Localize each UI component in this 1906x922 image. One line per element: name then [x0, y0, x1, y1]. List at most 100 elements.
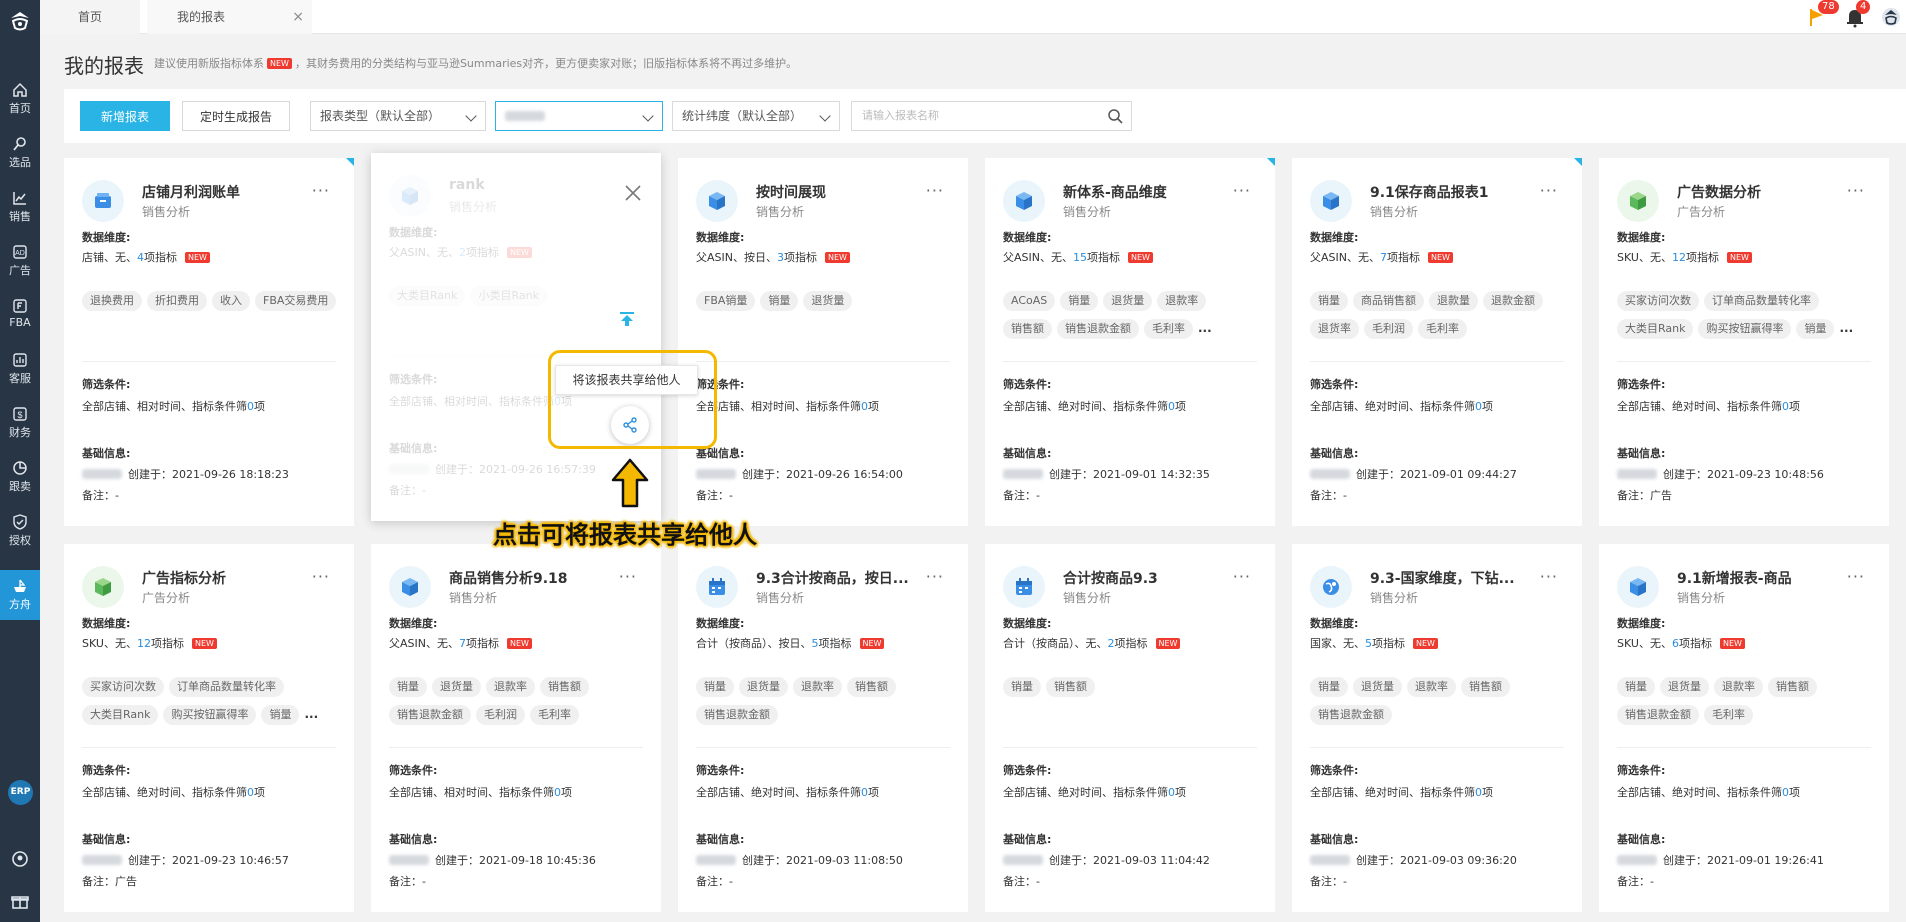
svg-text:$: $ — [17, 410, 22, 420]
dims-label: 数据维度: — [1310, 231, 1359, 244]
user-icon[interactable] — [11, 850, 29, 868]
card-title[interactable]: 商品销售分析9.18 — [449, 568, 568, 588]
erp-badge[interactable]: ERP — [8, 780, 33, 805]
report-card[interactable]: 9.3-国家维度，下钻... 销售分析 ··· 数据维度: 国家、无、5项指标 NEW 销量… — [1292, 544, 1582, 912]
metric-tag: 销售退款金额 — [1617, 705, 1699, 725]
card-title[interactable]: 店铺月利润账单 — [142, 182, 240, 202]
report-card[interactable]: 9.1保存商品报表1 销售分析 ··· 数据维度: 父ASIN、无、7项指标 NEW 销量商… — [1292, 158, 1582, 526]
sidebar-item-fba[interactable]: FBA — [0, 290, 40, 340]
dims-value: 父ASIN、无、7项指标 NEW — [1310, 249, 1456, 265]
sidebar-label: 跟卖 — [9, 480, 31, 493]
top-tabbar: 首页 我的报表 × 78 4 — [40, 0, 1906, 34]
sidebar-item-ark[interactable]: 方舟 — [0, 570, 40, 620]
report-icon — [1003, 180, 1045, 222]
dims-label: 数据维度: — [696, 617, 745, 630]
dims-value: 合计（按商品）、无、2项指标 NEW — [1003, 635, 1183, 651]
more-menu-icon[interactable]: ··· — [926, 183, 944, 199]
corner-marker — [1267, 158, 1275, 166]
card-title[interactable]: rank — [449, 177, 485, 193]
user-menu[interactable] — [1880, 6, 1902, 28]
sidebar-item-service[interactable]: 客服 — [0, 344, 40, 394]
schedule-report-button[interactable]: 定时生成报告 — [182, 101, 290, 131]
card-title[interactable]: 9.1保存商品报表1 — [1370, 182, 1489, 202]
cube-icon — [1016, 192, 1032, 210]
filter-text: 全部店铺、相对时间、 — [389, 395, 499, 408]
close-icon[interactable] — [623, 183, 643, 203]
sidebar-item-selection[interactable]: 选品 — [0, 128, 40, 178]
more-menu-icon[interactable]: ··· — [312, 569, 330, 585]
store-select[interactable] — [495, 101, 663, 131]
more-menu-icon[interactable]: ··· — [1233, 569, 1251, 585]
card-title[interactable]: 9.3合计按商品，按日... — [756, 568, 909, 588]
sidebar-label: 选品 — [9, 156, 31, 169]
metric-tags: 买家访问次数 订单商品数量转化率大类目Rank 购买按钮赢得率 销量... — [82, 677, 342, 733]
new-tag: NEW — [1719, 638, 1745, 649]
note-line: 备注：- — [82, 487, 119, 503]
metrics-suffix: 项指标 — [144, 251, 177, 264]
dims-label: 数据维度: — [1003, 231, 1052, 244]
more-menu-icon[interactable]: ··· — [1847, 183, 1865, 199]
more-menu-icon[interactable]: ··· — [1233, 183, 1251, 199]
filter-text: 全部店铺、相对时间、 — [82, 400, 192, 413]
more-menu-icon[interactable]: ··· — [619, 569, 637, 585]
more-menu-icon[interactable]: ··· — [926, 569, 944, 585]
card-title[interactable]: 9.3-国家维度，下钻... — [1370, 568, 1515, 588]
report-card[interactable]: 商品销售分析9.18 销售分析 ··· 数据维度: 父ASIN、无、7项指标 NEW 销量退… — [371, 544, 661, 912]
note-prefix: 备注： — [1310, 875, 1343, 888]
filter-text: 全部店铺、绝对时间、 — [1310, 786, 1420, 799]
metric-tag: 大类目Rank — [1617, 319, 1694, 339]
report-type-select[interactable]: 报表类型（默认全部） — [310, 101, 486, 131]
svg-text:AD: AD — [15, 250, 25, 257]
card-title[interactable]: 广告指标分析 — [142, 568, 226, 588]
card-title[interactable]: 9.1新增报表-商品 — [1677, 568, 1792, 588]
report-card[interactable]: 广告数据分析 广告分析 ··· 数据维度: SKU、无、12项指标 NEW 买家访问次数 订单… — [1599, 158, 1889, 526]
report-card[interactable]: 店铺月利润账单 销售分析 ··· 数据维度: 店铺、无、4项指标 NEW 退换费用 折扣费用收… — [64, 158, 354, 526]
card-title[interactable]: 合计按商品9.3 — [1063, 568, 1158, 588]
report-card[interactable]: 9.1新增报表-商品 销售分析 ··· 数据维度: SKU、无、6项指标 NEW 销量 退货量… — [1599, 544, 1889, 912]
filter-count: 0 — [861, 786, 868, 799]
sidebar-item-finance[interactable]: $ 财务 — [0, 398, 40, 448]
report-card[interactable]: 按时间展现 销售分析 ··· 数据维度: 父ASIN、按日、3项指标 NEW FBA销量 销量… — [678, 158, 968, 526]
report-card[interactable]: 新体系-商品维度 销售分析 ··· 数据维度: 父ASIN、无、15项指标 NEW ACoA… — [985, 158, 1275, 526]
card-title[interactable]: 新体系-商品维度 — [1063, 182, 1167, 202]
add-report-button[interactable]: 新增报表 — [80, 101, 170, 131]
more-menu-icon[interactable]: ··· — [1847, 569, 1865, 585]
box-icon — [95, 193, 111, 208]
sidebar-item-sales[interactable]: 销售 — [0, 182, 40, 232]
search-icon[interactable] — [1107, 108, 1123, 124]
page-title: 我的报表 — [64, 54, 144, 78]
base-label: 基础信息: — [1617, 447, 1666, 460]
card-subtitle: 销售分析 — [1677, 591, 1726, 605]
report-card[interactable]: 广告指标分析 广告分析 ··· 数据维度: SKU、无、12项指标 NEW 买家访问次数 订单… — [64, 544, 354, 912]
flag-badge: 78 — [1818, 0, 1839, 14]
metric-tag: 销量 — [1310, 677, 1348, 697]
more-menu-icon[interactable]: ··· — [312, 183, 330, 199]
tab-my-reports[interactable]: 我的报表 × — [147, 0, 312, 34]
report-card[interactable]: 9.3合计按商品，按日... 销售分析 ··· 数据维度: 合计（按商品）、按日、5项指… — [678, 544, 968, 912]
blurred-owner — [1617, 469, 1657, 479]
created-prefix: 创建于： — [1049, 854, 1093, 867]
new-tag: NEW — [267, 58, 292, 69]
sidebar-item-home[interactable]: 首页 — [0, 74, 40, 124]
dimension-select[interactable]: 统计纬度（默认全部） — [672, 101, 840, 131]
sidebar-item-follow[interactable]: 跟卖 — [0, 452, 40, 502]
filter-value: 全部店铺、相对时间、指标条件筛0项 — [389, 784, 572, 800]
more-menu-icon[interactable]: ··· — [1540, 569, 1558, 585]
metrics-suffix: 项指标 — [465, 637, 499, 650]
more-menu-icon[interactable]: ··· — [1540, 183, 1558, 199]
search-input[interactable]: 请输入报表名称 — [851, 101, 1132, 131]
flag-notification[interactable]: 78 — [1806, 0, 1839, 28]
close-icon[interactable]: × — [292, 0, 304, 34]
metric-tag: 毛利率 — [1418, 319, 1467, 339]
bell-notification[interactable]: 4 — [1844, 0, 1871, 28]
card-title[interactable]: 广告数据分析 — [1677, 182, 1761, 202]
filter-text: 全部店铺、相对时间、 — [389, 786, 499, 799]
card-title[interactable]: 按时间展现 — [756, 182, 826, 202]
note-prefix: 备注： — [1003, 875, 1036, 888]
sidebar-item-auth[interactable]: 授权 — [0, 506, 40, 556]
tab-home[interactable]: 首页 — [40, 0, 140, 34]
sidebar-item-ads[interactable]: AD 广告 — [0, 236, 40, 286]
report-card[interactable]: 合计按商品9.3 销售分析 ··· 数据维度: 合计（按商品）、无、2项指标 NEW 销量销… — [985, 544, 1275, 912]
note-line: 备注：- — [696, 487, 733, 503]
gift-icon[interactable] — [11, 892, 29, 910]
